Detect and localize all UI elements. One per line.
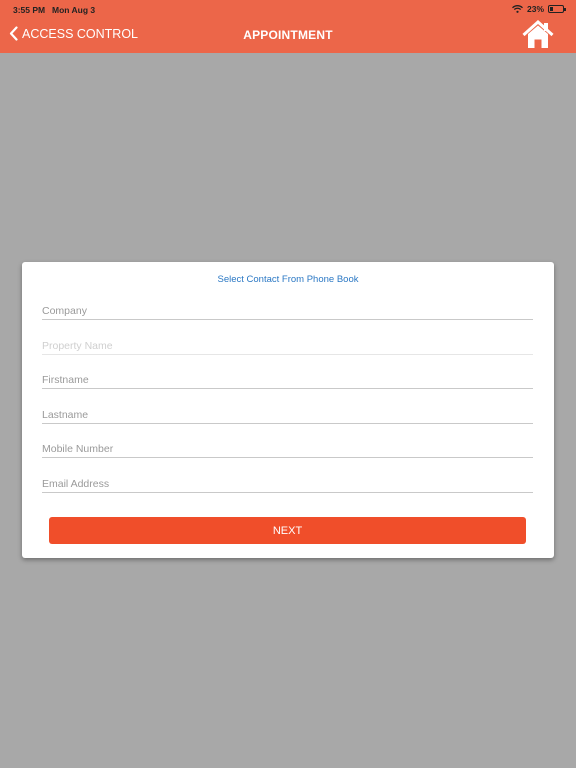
- company-input[interactable]: [42, 296, 533, 319]
- mobile-number-field: [42, 434, 533, 458]
- select-contact-link[interactable]: Select Contact From Phone Book: [22, 274, 554, 285]
- next-button[interactable]: NEXT: [49, 517, 526, 544]
- navigation-bar: 3:55 PM Mon Aug 3 23% ACCESS CONTROL APP…: [0, 0, 576, 53]
- status-bar: 3:55 PM Mon Aug 3 23%: [0, 0, 576, 18]
- lastname-field: [42, 400, 533, 424]
- firstname-field: [42, 365, 533, 389]
- firstname-input[interactable]: [42, 365, 533, 388]
- mobile-number-input[interactable]: [42, 434, 533, 457]
- battery-icon: [548, 5, 566, 13]
- status-time: 3:55 PM: [13, 5, 46, 15]
- property-name-field: [42, 331, 533, 355]
- appointment-form-card: Select Contact From Phone Book NEXT: [22, 262, 554, 558]
- status-date: Mon Aug 3: [52, 5, 96, 15]
- company-field: [42, 296, 533, 320]
- lastname-input[interactable]: [42, 400, 533, 423]
- email-address-input[interactable]: [42, 469, 533, 492]
- status-right: 23%: [512, 4, 566, 14]
- email-address-field: [42, 469, 533, 493]
- property-name-input[interactable]: [42, 331, 533, 354]
- home-icon: [522, 19, 554, 48]
- wifi-icon: [512, 5, 523, 13]
- home-button[interactable]: [522, 19, 554, 50]
- page-title: APPOINTMENT: [243, 28, 333, 42]
- battery-percent: 23%: [526, 4, 544, 14]
